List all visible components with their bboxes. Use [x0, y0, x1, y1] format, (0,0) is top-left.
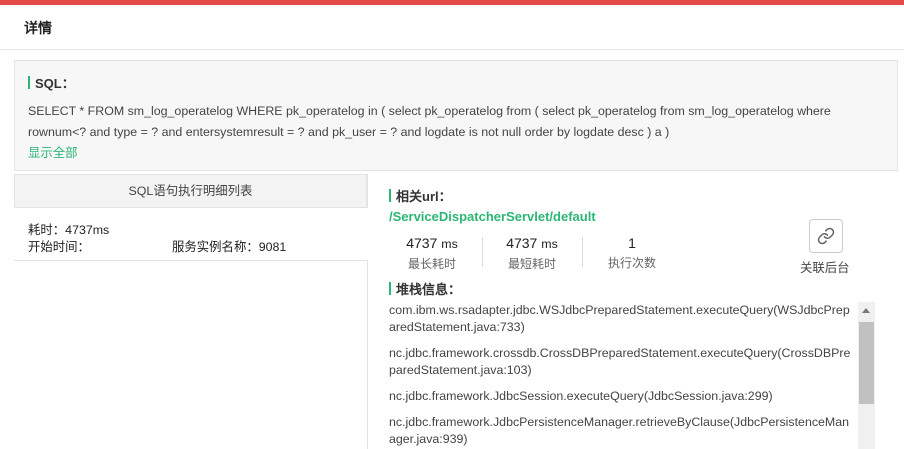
stats-group: 4737 ms 最长耗时 4737 ms 最短耗时 1 执行次数: [382, 234, 684, 274]
stat-value: 4737: [506, 235, 538, 251]
stack-title: 堆栈信息：: [396, 282, 462, 297]
stack-trace-line: nc.jdbc.framework.JdbcPersistenceManager…: [389, 415, 850, 446]
execution-detail-panel: 相关url： /ServiceDispatcherServlet/default…: [368, 174, 904, 449]
stack-trace-line: nc.jdbc.framework.crossdb.CrossDBPrepare…: [389, 346, 851, 377]
scrollbar-thumb[interactable]: [859, 322, 874, 404]
stat-label: 执行次数: [607, 256, 656, 270]
service-instance-text: 服务实例名称：9081: [172, 240, 287, 254]
stat-value: 1: [628, 235, 636, 251]
related-url-link[interactable]: /ServiceDispatcherServlet/default: [389, 209, 596, 224]
section-marker: [389, 189, 391, 202]
page-header: 详情: [0, 5, 904, 50]
stat-max-duration: 4737 ms 最长耗时: [382, 234, 482, 274]
stat-min-duration: 4737 ms 最短耗时: [482, 234, 582, 274]
link-backend-button[interactable]: [809, 219, 843, 253]
stack-trace-line: nc.jdbc.framework.JdbcSession.executeQue…: [389, 389, 773, 403]
page-title: 详情: [24, 20, 52, 36]
stat-unit: ms: [441, 237, 458, 251]
url-title: 相关url：: [396, 189, 452, 204]
sql-title: SQL：: [35, 76, 75, 91]
sql-text: SELECT * FROM sm_log_operatelog WHERE pk…: [28, 104, 831, 139]
execution-list-item[interactable]: 耗时：4737ms 开始时间： 服务实例名称：9081: [14, 208, 368, 261]
sql-execution-list-panel: SQL语句执行明细列表 耗时：4737ms 开始时间： 服务实例名称：9081: [14, 174, 368, 449]
start-time-text: 开始时间：: [28, 240, 90, 254]
stack-trace-list[interactable]: com.ibm.ws.rsadapter.jdbc.WSJdbcPrepared…: [389, 302, 855, 449]
sql-panel: SQL： SELECT * FROM sm_log_operatelog WHE…: [14, 60, 898, 171]
duration-text: 耗时：4737ms: [28, 223, 110, 237]
section-marker: [389, 282, 391, 295]
link-icon: [817, 227, 835, 245]
scroll-up-arrow-icon[interactable]: [862, 308, 870, 313]
stat-label: 最短耗时: [507, 257, 556, 271]
link-backend-label[interactable]: 关联后台: [800, 258, 850, 276]
url-section-title: 相关url：: [389, 186, 452, 205]
stat-value: 4737: [406, 235, 438, 251]
section-marker: [28, 76, 30, 89]
stat-exec-count: 1 执行次数: [582, 234, 682, 274]
stack-trace-line: com.ibm.ws.rsadapter.jdbc.WSJdbcPrepared…: [389, 303, 850, 334]
sql-section-title: SQL：: [28, 73, 75, 92]
stat-label: 最长耗时: [407, 257, 456, 271]
stat-unit: ms: [541, 237, 558, 251]
show-all-link[interactable]: 显示全部: [28, 143, 78, 161]
execution-list-header: SQL语句执行明细列表: [14, 174, 367, 208]
stack-scrollbar[interactable]: [858, 302, 875, 449]
stack-section-title: 堆栈信息：: [389, 279, 461, 298]
